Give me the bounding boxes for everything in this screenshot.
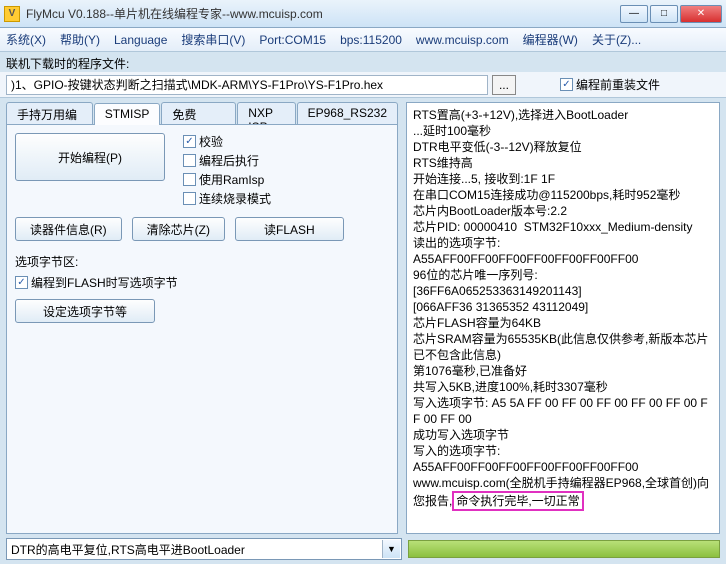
minimize-button[interactable]: — <box>620 5 648 23</box>
continuous-checkbox[interactable]: 连续烧录模式 <box>183 190 271 207</box>
tab-ep968[interactable]: EP968_RS232 <box>297 102 398 124</box>
menu-bar: 系统(X) 帮助(Y) Language 搜索串口(V) Port:COM15 … <box>0 28 726 52</box>
browse-button[interactable]: ... <box>492 75 516 95</box>
hex-path-input[interactable]: )1、GPIO-按键状态判断之扫描式\MDK-ARM\YS-F1Pro\YS-F… <box>6 75 488 95</box>
verify-checkbox[interactable]: ✓校验 <box>183 133 271 150</box>
bottom-bar: DTR的高电平复位,RTS高电平进BootLoader ▼ <box>0 534 726 564</box>
path-label: 联机下载时的程序文件: <box>0 52 726 72</box>
read-flash-button[interactable]: 读FLASH <box>235 217 344 241</box>
menu-system[interactable]: 系统(X) <box>6 31 46 48</box>
tab-stmiap[interactable]: 免费STMIAP <box>161 102 236 124</box>
menu-programmer[interactable]: 编程器(W) <box>523 31 578 48</box>
chevron-down-icon[interactable]: ▼ <box>382 540 400 558</box>
read-device-info-button[interactable]: 读器件信息(R) <box>15 217 122 241</box>
start-program-button[interactable]: 开始编程(P) <box>15 133 165 181</box>
menu-port[interactable]: Port:COM15 <box>259 33 326 47</box>
set-option-bytes-button[interactable]: 设定选项字节等 <box>15 299 155 323</box>
window-title: FlyMcu V0.188--单片机在线编程专家--www.mcuisp.com <box>26 5 620 22</box>
option-bytes-label: 选项字节区: <box>15 253 389 270</box>
reinstall-checkbox[interactable]: ✓ 编程前重装文件 <box>560 76 660 93</box>
menu-site[interactable]: www.mcuisp.com <box>416 33 509 47</box>
menu-bps[interactable]: bps:115200 <box>340 33 402 47</box>
tab-body: 开始编程(P) ✓校验 编程后执行 使用RamIsp 连续烧录模式 读器件信息(… <box>6 124 398 534</box>
combo-value: DTR的高电平复位,RTS高电平进BootLoader <box>11 541 245 558</box>
tab-stmisp[interactable]: STMISP <box>94 103 161 125</box>
ramisp-label: 使用RamIsp <box>199 171 264 188</box>
continuous-label: 连续烧录模式 <box>199 190 271 207</box>
maximize-button[interactable]: □ <box>650 5 678 23</box>
close-button[interactable]: ✕ <box>680 5 722 23</box>
checkbox-icon: ✓ <box>560 78 573 91</box>
runafter-checkbox[interactable]: 编程后执行 <box>183 152 271 169</box>
progress-bar <box>408 540 720 558</box>
clear-chip-button[interactable]: 清除芯片(Z) <box>132 217 225 241</box>
runafter-label: 编程后执行 <box>199 152 259 169</box>
tab-handheld[interactable]: 手持万用编程器 <box>6 102 93 124</box>
write-option-label: 编程到FLASH时写选项字节 <box>31 274 178 291</box>
tab-nxpisp[interactable]: NXP ISP <box>237 102 295 124</box>
menu-search-port[interactable]: 搜索串口(V) <box>181 31 245 48</box>
app-icon: V <box>4 6 20 22</box>
verify-label: 校验 <box>199 133 223 150</box>
menu-language[interactable]: Language <box>114 33 167 47</box>
write-option-checkbox[interactable]: ✓编程到FLASH时写选项字节 <box>15 274 389 291</box>
toolbar: )1、GPIO-按键状态判断之扫描式\MDK-ARM\YS-F1Pro\YS-F… <box>0 72 726 98</box>
log-output[interactable]: RTS置高(+3-+12V),选择进入BootLoader...延时100毫秒D… <box>406 102 720 534</box>
tab-bar: 手持万用编程器 STMISP 免费STMIAP NXP ISP EP968_RS… <box>6 102 398 124</box>
reinstall-label: 编程前重装文件 <box>576 76 660 93</box>
reset-mode-combo[interactable]: DTR的高电平复位,RTS高电平进BootLoader ▼ <box>6 538 402 560</box>
menu-help[interactable]: 帮助(Y) <box>60 31 100 48</box>
title-bar: V FlyMcu V0.188--单片机在线编程专家--www.mcuisp.c… <box>0 0 726 28</box>
menu-about[interactable]: 关于(Z)... <box>592 31 641 48</box>
ramisp-checkbox[interactable]: 使用RamIsp <box>183 171 271 188</box>
